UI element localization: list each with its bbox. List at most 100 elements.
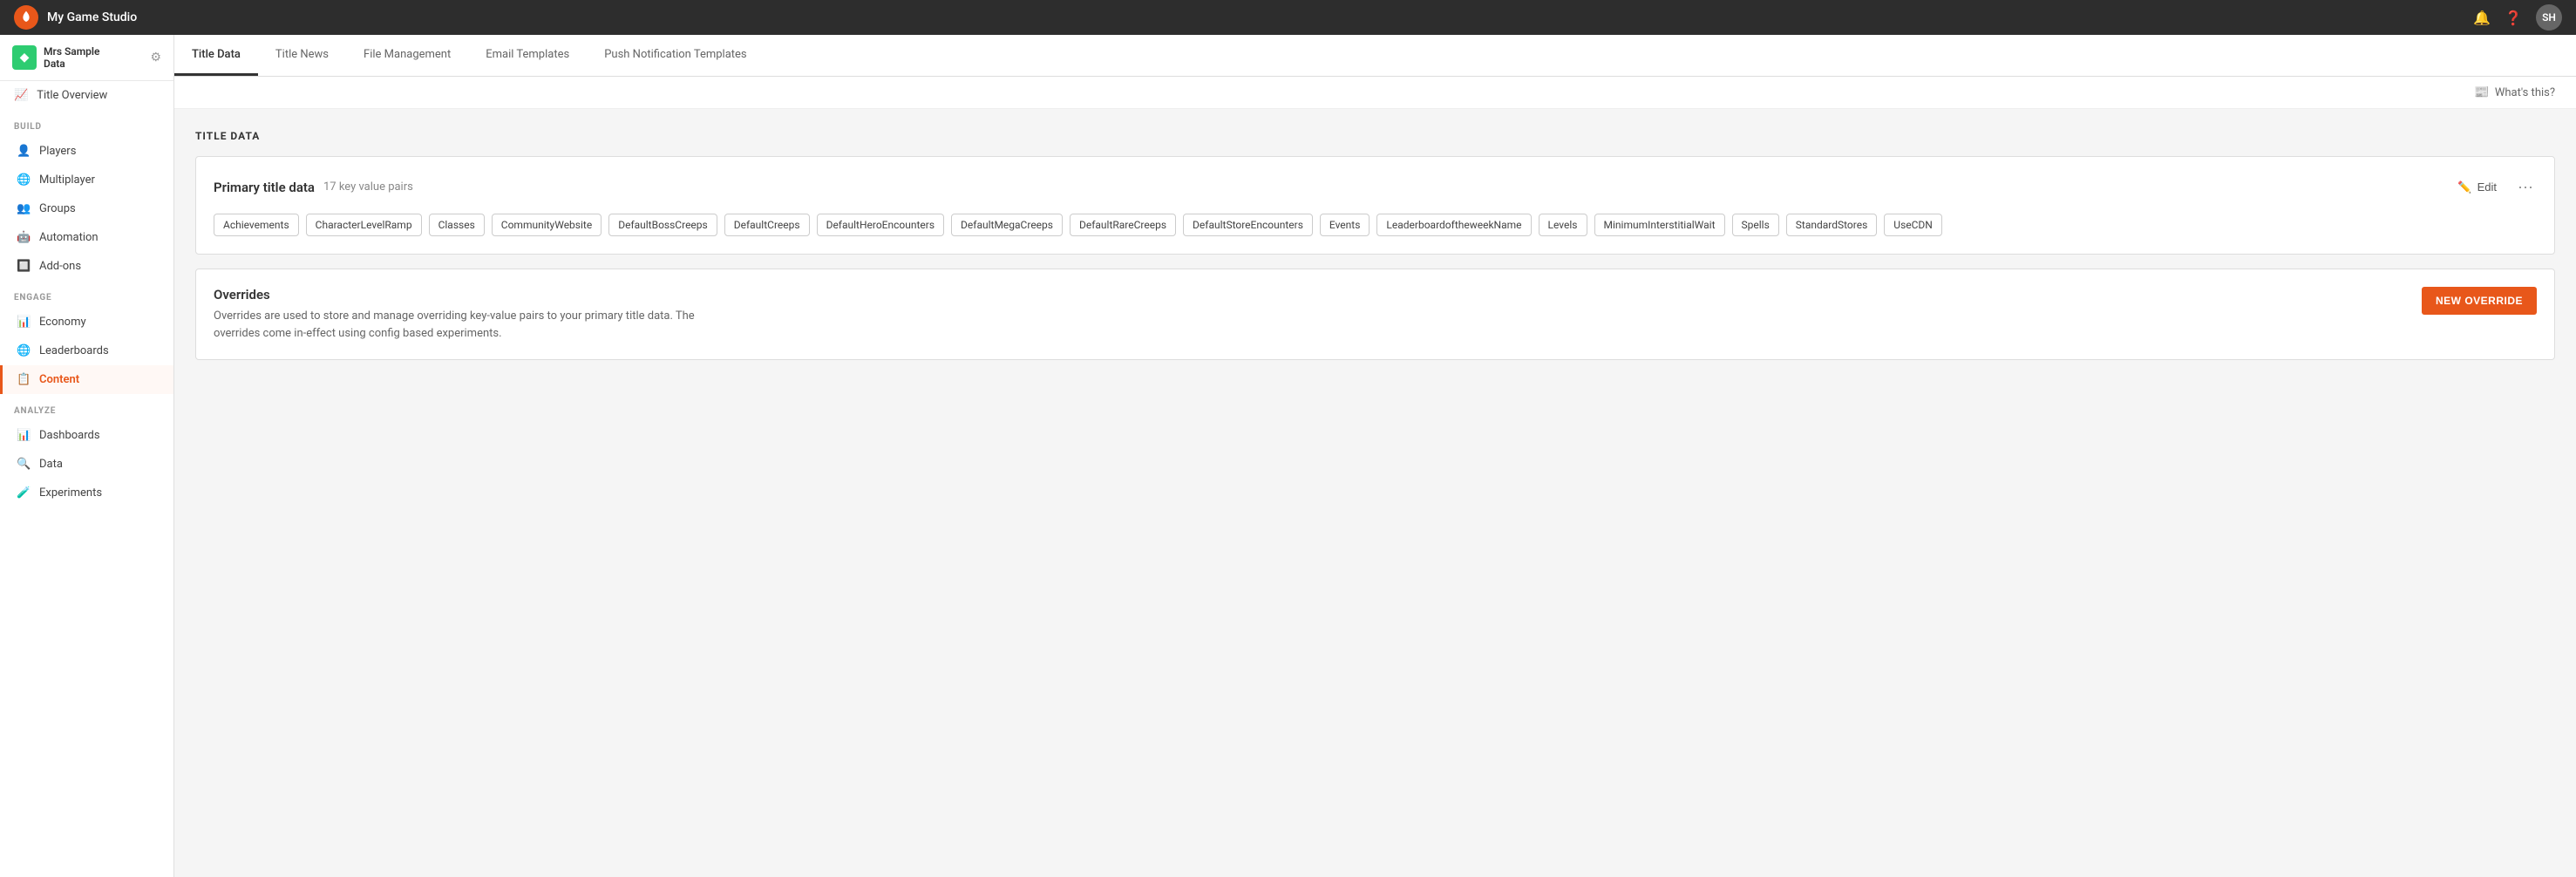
- more-button[interactable]: ···: [2514, 174, 2537, 200]
- sidebar-item-content[interactable]: 📋 Content: [0, 365, 173, 394]
- studio-icon: [12, 45, 37, 70]
- studio-title: My Game Studio: [47, 10, 137, 24]
- sidebar-item-dashboards[interactable]: 📊 Dashboards: [0, 421, 173, 450]
- content-icon: 📋: [17, 373, 31, 386]
- section-analyze-label: ANALYZE: [0, 394, 173, 421]
- studio-name: Mrs Sample Data: [44, 45, 100, 70]
- card-header-right: ✏️ Edit ···: [2450, 174, 2537, 200]
- tab-file-management[interactable]: File Management: [346, 35, 468, 76]
- page-content: 📰 What's this? TITLE DATA Primary title …: [174, 77, 2576, 877]
- economy-icon: 📊: [17, 316, 31, 329]
- tag[interactable]: Classes: [429, 214, 485, 236]
- whats-this-bar: 📰 What's this?: [174, 77, 2576, 109]
- tab-title-news[interactable]: Title News: [258, 35, 346, 76]
- edit-button[interactable]: ✏️ Edit: [2450, 177, 2504, 198]
- section-heading: TITLE DATA: [195, 130, 2555, 142]
- sidebar-item-content-label: Content: [39, 373, 79, 386]
- sidebar-item-groups-label: Groups: [39, 202, 76, 215]
- overrides-header: Overrides Overrides are used to store an…: [214, 287, 2537, 342]
- chart-icon: 📈: [14, 89, 28, 102]
- user-avatar[interactable]: SH: [2536, 4, 2562, 31]
- experiments-icon: 🧪: [17, 486, 31, 500]
- tab-email-templates[interactable]: Email Templates: [468, 35, 587, 76]
- pencil-icon: ✏️: [2457, 180, 2471, 194]
- tag[interactable]: DefaultMegaCreeps: [951, 214, 1063, 236]
- new-override-button[interactable]: NEW OVERRIDE: [2422, 287, 2537, 315]
- tag[interactable]: Achievements: [214, 214, 299, 236]
- tag[interactable]: CharacterLevelRamp: [306, 214, 422, 236]
- whats-this-link[interactable]: 📰 What's this?: [2474, 85, 2555, 99]
- info-icon: 📰: [2474, 85, 2489, 99]
- groups-icon: 👥: [17, 202, 31, 215]
- main-layout: Mrs Sample Data ⚙ 📈 Title Overview BUILD…: [0, 35, 2576, 877]
- automation-icon: 🤖: [17, 231, 31, 244]
- tag[interactable]: StandardStores: [1786, 214, 1878, 236]
- sidebar-item-leaderboards[interactable]: 🌐 Leaderboards: [0, 337, 173, 365]
- sidebar-item-economy[interactable]: 📊 Economy: [0, 308, 173, 337]
- section-build-label: BUILD: [0, 110, 173, 137]
- app-logo[interactable]: [14, 5, 38, 30]
- studio-name-line1: Mrs Sample: [44, 45, 100, 58]
- sidebar-item-players-label: Players: [39, 145, 76, 158]
- tag[interactable]: LeaderboardoftheweekName: [1376, 214, 1531, 236]
- sidebar-item-overview[interactable]: 📈 Title Overview: [0, 81, 173, 110]
- addons-icon: 🔲: [17, 260, 31, 273]
- card-title: Primary title data: [214, 180, 315, 195]
- content-area: Title Data Title News File Management Em…: [174, 35, 2576, 877]
- studio-name-line2: Data: [44, 58, 100, 70]
- tag[interactable]: Levels: [1539, 214, 1587, 236]
- whats-this-label: What's this?: [2495, 86, 2555, 99]
- sidebar-item-dashboards-label: Dashboards: [39, 429, 100, 442]
- overrides-description: Overrides are used to store and manage o…: [214, 308, 737, 342]
- help-icon[interactable]: ❓: [2505, 10, 2522, 26]
- card-header: Primary title data 17 key value pairs ✏️…: [214, 174, 2537, 200]
- players-icon: 👤: [17, 145, 31, 158]
- section-engage-label: ENGAGE: [0, 281, 173, 308]
- card-header-left: Primary title data 17 key value pairs: [214, 180, 413, 195]
- gear-icon[interactable]: ⚙: [150, 51, 161, 65]
- overview-label: Title Overview: [37, 89, 107, 102]
- multiplayer-icon: 🌐: [17, 173, 31, 187]
- sidebar-item-economy-label: Economy: [39, 316, 86, 329]
- top-bar-right: 🔔 ❓ SH: [2473, 4, 2562, 31]
- sidebar-studio-left: Mrs Sample Data: [12, 45, 100, 70]
- card-subtitle: 17 key value pairs: [323, 180, 413, 194]
- top-bar-left: My Game Studio: [14, 5, 137, 30]
- overrides-title: Overrides: [214, 287, 737, 303]
- sidebar-item-groups[interactable]: 👥 Groups: [0, 194, 173, 223]
- tag[interactable]: UseCDN: [1884, 214, 1942, 236]
- top-bar: My Game Studio 🔔 ❓ SH: [0, 0, 2576, 35]
- primary-title-data-card: Primary title data 17 key value pairs ✏️…: [195, 156, 2555, 255]
- tag[interactable]: DefaultRareCreeps: [1070, 214, 1176, 236]
- tag[interactable]: DefaultHeroEncounters: [817, 214, 944, 236]
- tab-push-notifications[interactable]: Push Notification Templates: [587, 35, 764, 76]
- sidebar-item-data-label: Data: [39, 458, 63, 471]
- tag[interactable]: CommunityWebsite: [492, 214, 602, 236]
- dashboards-icon: 📊: [17, 429, 31, 442]
- sidebar-item-addons[interactable]: 🔲 Add-ons: [0, 252, 173, 281]
- overrides-card: Overrides Overrides are used to store an…: [195, 269, 2555, 360]
- tag[interactable]: Events: [1320, 214, 1370, 236]
- tag[interactable]: DefaultStoreEncounters: [1183, 214, 1313, 236]
- edit-label: Edit: [2477, 180, 2497, 194]
- sidebar-item-multiplayer[interactable]: 🌐 Multiplayer: [0, 166, 173, 194]
- sidebar-studio: Mrs Sample Data ⚙: [0, 35, 173, 81]
- sidebar-item-multiplayer-label: Multiplayer: [39, 173, 95, 187]
- tag[interactable]: DefaultCreeps: [724, 214, 810, 236]
- sidebar-item-data[interactable]: 🔍 Data: [0, 450, 173, 479]
- tag[interactable]: Spells: [1732, 214, 1779, 236]
- sidebar-item-automation[interactable]: 🤖 Automation: [0, 223, 173, 252]
- tab-title-data[interactable]: Title Data: [174, 35, 258, 76]
- tabs-bar: Title Data Title News File Management Em…: [174, 35, 2576, 77]
- sidebar-item-addons-label: Add-ons: [39, 260, 81, 273]
- tag[interactable]: DefaultBossCreeps: [608, 214, 717, 236]
- sidebar-item-automation-label: Automation: [39, 231, 99, 244]
- bell-icon[interactable]: 🔔: [2473, 10, 2491, 26]
- sidebar-item-experiments[interactable]: 🧪 Experiments: [0, 479, 173, 507]
- leaderboards-icon: 🌐: [17, 344, 31, 357]
- sidebar-item-leaderboards-label: Leaderboards: [39, 344, 109, 357]
- data-icon: 🔍: [17, 458, 31, 471]
- sidebar-item-players[interactable]: 👤 Players: [0, 137, 173, 166]
- title-data-section: TITLE DATA Primary title data 17 key val…: [174, 109, 2576, 381]
- tag[interactable]: MinimumInterstitialWait: [1594, 214, 1725, 236]
